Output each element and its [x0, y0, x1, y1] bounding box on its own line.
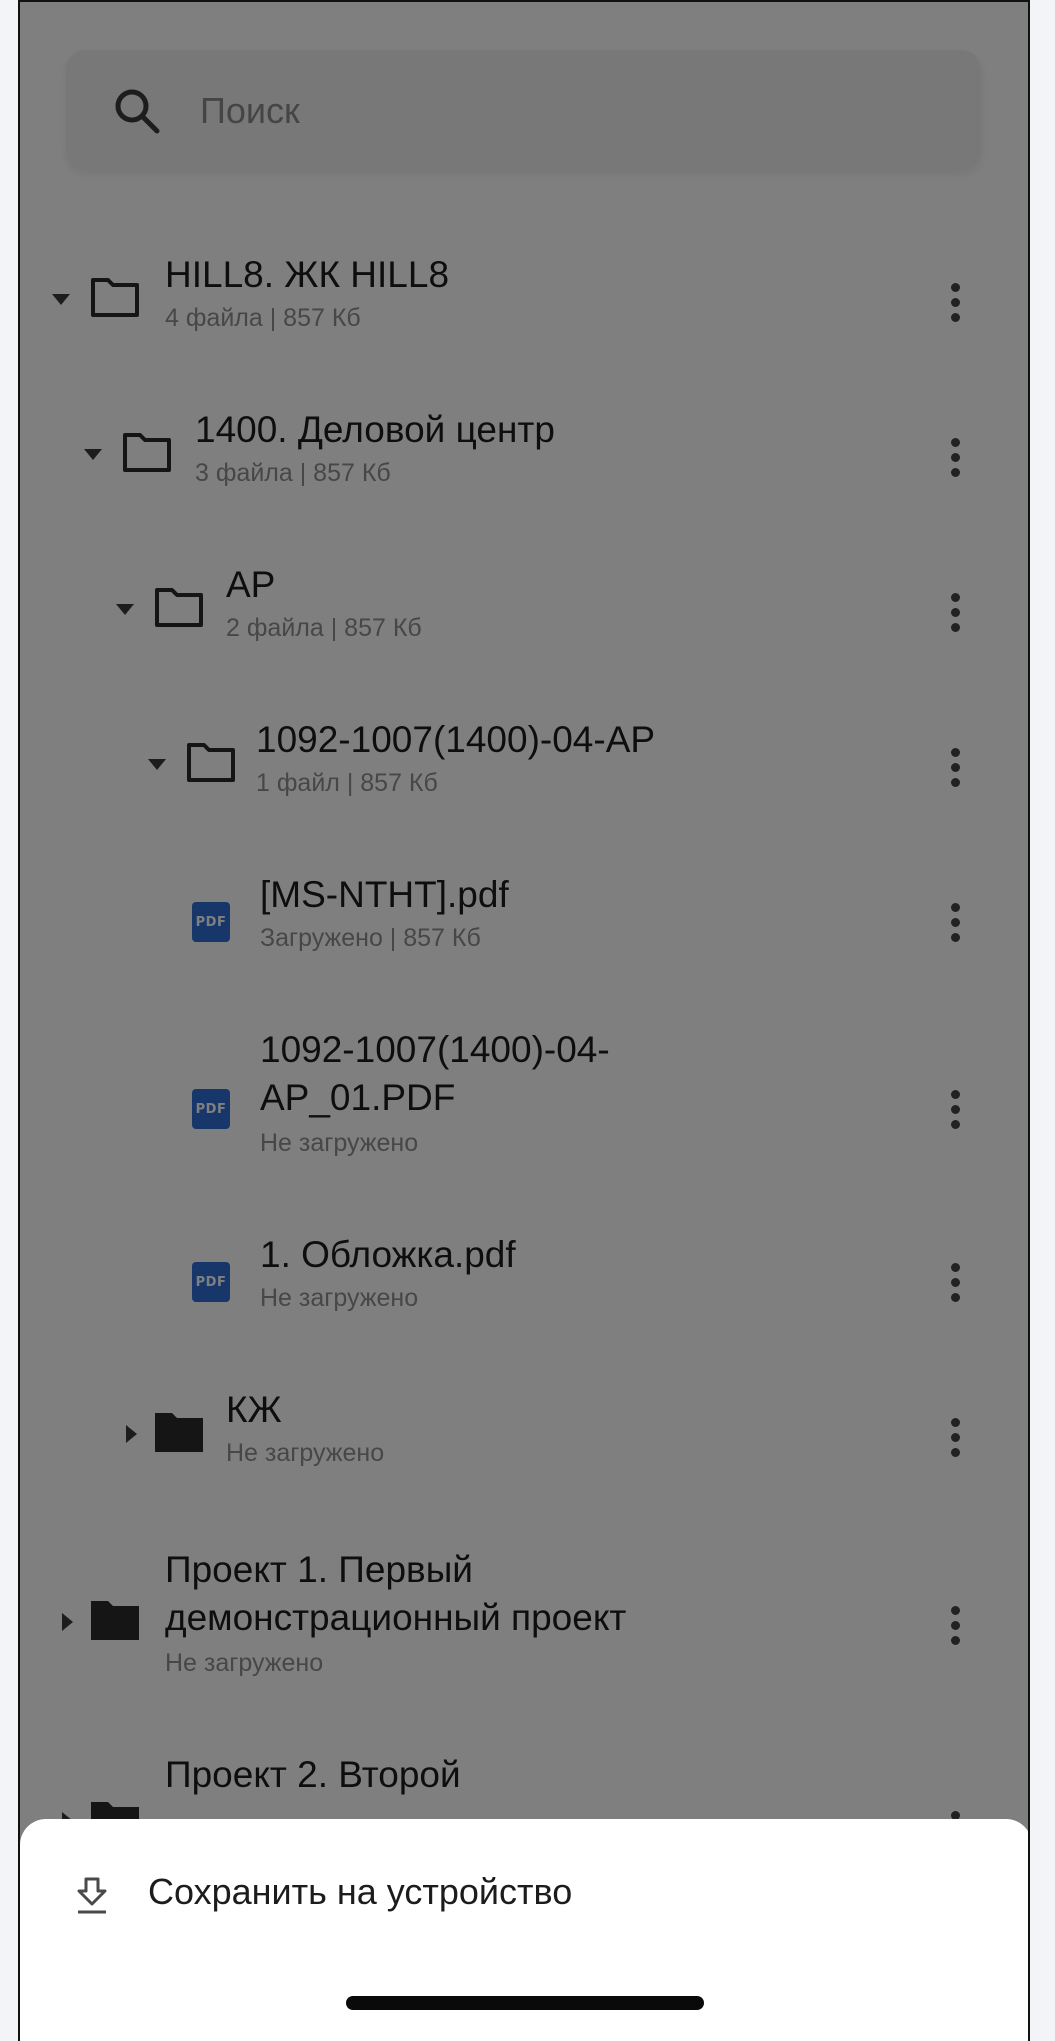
save-to-device-label: Сохранить на устройство — [148, 1871, 573, 1912]
modal-backdrop[interactable] — [20, 2, 1028, 2041]
home-indicator[interactable] — [346, 1996, 704, 2010]
bottom-sheet: Сохранить на устройство — [20, 1819, 1028, 2041]
phone-screen: HILL8. ЖК HILL8 4 файла | 857 Кб 1400. Д… — [18, 0, 1030, 2041]
download-icon — [77, 1877, 107, 1914]
